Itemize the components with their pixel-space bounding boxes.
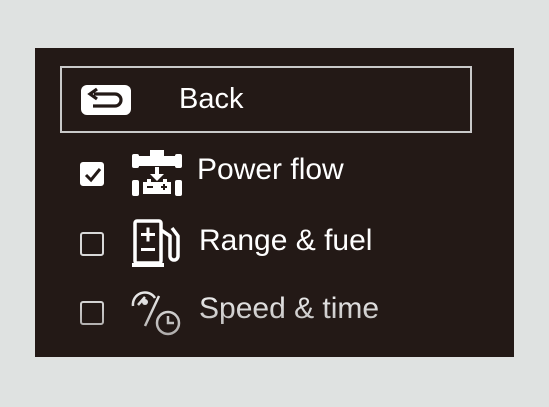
speed-time-label: Speed & time [199,292,380,325]
back-button[interactable]: Back [60,66,472,133]
display-screen: Back Power flow Range & fuel Speed & tim… [35,48,514,357]
power-flow-checkbox[interactable] [80,162,104,186]
option-speed-time[interactable]: Speed & time [35,286,514,342]
power-flow-icon [132,150,182,196]
option-range-fuel[interactable]: Range & fuel [35,218,514,274]
fuel-pump-icon [132,219,180,267]
checkmark-icon [84,168,102,183]
range-fuel-label: Range & fuel [199,224,373,257]
speedometer-clock-icon [131,291,181,336]
range-fuel-checkbox[interactable] [80,232,104,256]
speed-time-checkbox[interactable] [80,301,104,325]
back-label: Back [179,83,244,115]
power-flow-label: Power flow [197,153,344,186]
option-power-flow[interactable]: Power flow [35,148,514,204]
back-arrow-icon [81,85,131,115]
